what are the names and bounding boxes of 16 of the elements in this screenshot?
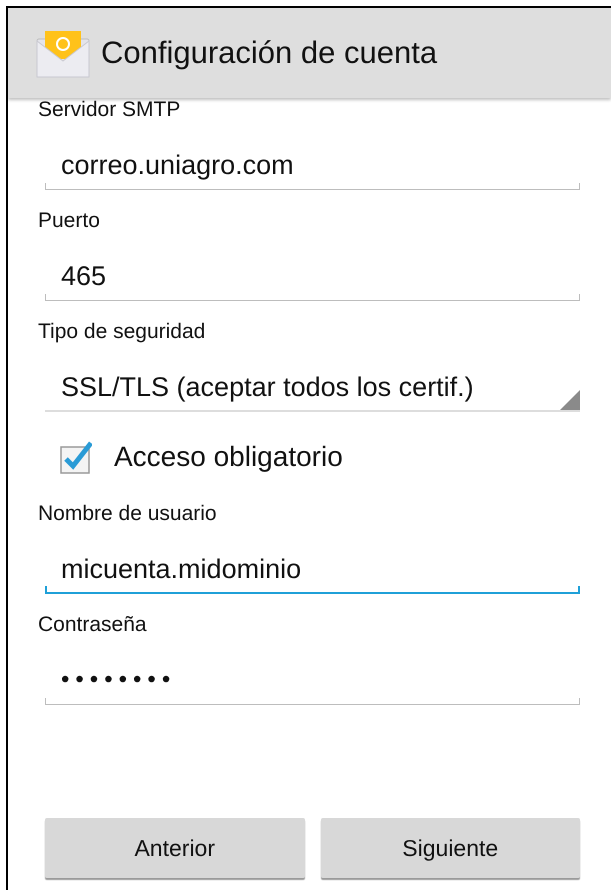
dropdown[interactable]: SSL/TLS (aceptar todos los certif.) <box>45 344 580 412</box>
password-field[interactable]: •••••••• <box>45 637 580 705</box>
text-field[interactable]: 465 <box>45 233 580 301</box>
nav-button[interactable]: Siguiente <box>320 818 580 878</box>
field-label: Nombre de usuario <box>38 502 218 526</box>
field-label: Servidor SMTP <box>38 98 182 122</box>
field-label: Contraseña <box>38 613 148 637</box>
checkbox-label: Acceso obligatorio <box>114 441 343 473</box>
screen-title: Configuración de cuenta <box>101 35 438 71</box>
text-field[interactable]: micuenta.midominio <box>45 526 580 594</box>
checkbox[interactable] <box>60 440 92 474</box>
text-field[interactable]: correo.uniagro.com <box>45 122 580 190</box>
dropdown-corner-icon <box>560 390 580 410</box>
nav-button[interactable]: Anterior <box>45 818 304 878</box>
field-label: Puerto <box>38 209 101 233</box>
field-label: Tipo de seguridad <box>38 320 206 344</box>
